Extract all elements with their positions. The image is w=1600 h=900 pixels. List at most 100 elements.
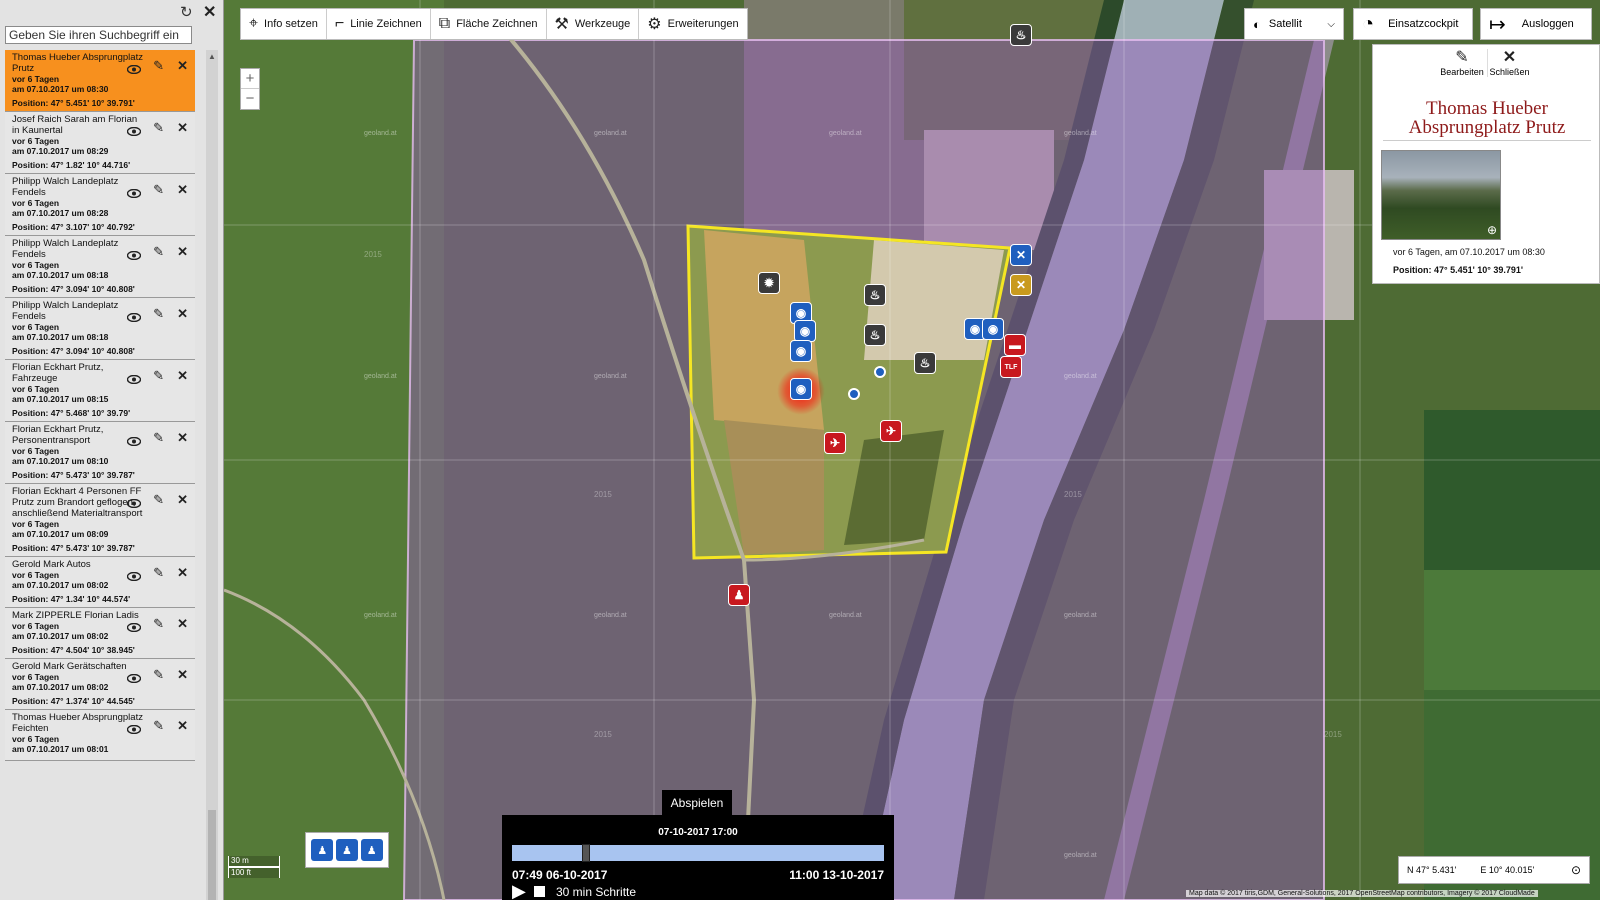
camera-marker[interactable]: ◉ bbox=[982, 318, 1004, 340]
list-item[interactable]: Philipp Walch Landeplatz Fendels vor 6 Ta… bbox=[5, 236, 195, 298]
eye-icon[interactable] bbox=[126, 434, 142, 447]
person-marker[interactable]: ♟ bbox=[728, 584, 750, 606]
zoom-out-button[interactable]: − bbox=[241, 89, 259, 109]
camera-marker[interactable]: ◉ bbox=[790, 340, 812, 362]
list-item[interactable]: Philipp Walch Landeplatz Fendels vor 6 Ta… bbox=[5, 298, 195, 360]
playback-slider[interactable] bbox=[512, 845, 884, 861]
eye-icon[interactable] bbox=[126, 372, 142, 385]
close-panel-button[interactable]: ✕ Schließen bbox=[1487, 49, 1531, 77]
list-item[interactable]: Thomas Hueber Absprungplatz Prutz vor 6 T… bbox=[5, 50, 195, 112]
scrollbar[interactable]: ▲ bbox=[206, 50, 218, 900]
eye-icon[interactable] bbox=[126, 310, 142, 323]
vehicle-marker[interactable]: ▬ bbox=[1004, 334, 1026, 356]
eye-icon[interactable] bbox=[126, 620, 142, 633]
delete-icon[interactable]: ✕ bbox=[177, 430, 188, 446]
delete-icon[interactable]: ✕ bbox=[177, 244, 188, 260]
delete-icon[interactable]: ✕ bbox=[177, 565, 188, 581]
eye-icon[interactable] bbox=[126, 671, 142, 684]
eye-icon[interactable] bbox=[126, 124, 142, 137]
logout-button[interactable]: ↦ Ausloggen bbox=[1480, 8, 1592, 40]
list-item[interactable]: Mark ZIPPERLE Florian Ladis vor 6 Tagen am… bbox=[5, 608, 195, 659]
info-panel: ✎ Bearbeiten ✕ Schließen Thomas Hueber A… bbox=[1372, 44, 1600, 284]
list-item[interactable]: Florian Eckhart Prutz, Fahrzeuge vor 6 Ta… bbox=[5, 360, 195, 422]
collapse-marker[interactable]: ✕ bbox=[1010, 244, 1032, 266]
pencil-icon[interactable]: ✎ bbox=[153, 182, 164, 198]
delete-icon[interactable]: ✕ bbox=[177, 368, 188, 384]
list-item[interactable]: Gerold Mark Gerätschaften vor 6 Tagen am 0… bbox=[5, 659, 195, 710]
pencil-icon[interactable]: ✎ bbox=[153, 306, 164, 322]
pencil-icon[interactable]: ✎ bbox=[153, 667, 164, 683]
eye-icon[interactable] bbox=[126, 722, 142, 735]
close-icon[interactable]: ✕ bbox=[203, 2, 216, 22]
pencil-icon[interactable]: ✎ bbox=[153, 368, 164, 384]
play-icon[interactable]: ▶ bbox=[512, 882, 526, 900]
eye-icon[interactable] bbox=[126, 496, 142, 509]
zoom-in-button[interactable]: + bbox=[241, 69, 259, 89]
layer-select[interactable]: ◐ Satellit ⌵ bbox=[1244, 8, 1344, 40]
pencil-icon[interactable]: ✎ bbox=[153, 616, 164, 632]
fire-marker[interactable]: ♨ bbox=[914, 352, 936, 374]
pencil-icon[interactable]: ✎ bbox=[153, 120, 164, 136]
edit-button[interactable]: ✎ Bearbeiten bbox=[1439, 49, 1485, 77]
helicopter-marker[interactable]: ✈ bbox=[880, 420, 902, 442]
pencil-icon[interactable]: ✎ bbox=[153, 244, 164, 260]
fire-marker[interactable]: ♨ bbox=[1010, 24, 1032, 46]
zoom-in-icon[interactable]: ⊕ bbox=[1487, 223, 1497, 237]
unit-icon[interactable]: ♟ bbox=[335, 839, 358, 861]
pencil-icon[interactable]: ✎ bbox=[153, 565, 164, 581]
list-item[interactable]: Josef Raich Sarah am Florian in Kaunerta… bbox=[5, 112, 195, 174]
playback-slider-thumb[interactable] bbox=[582, 844, 591, 862]
position-dot[interactable] bbox=[848, 388, 860, 400]
position-dot[interactable] bbox=[874, 366, 886, 378]
entry-position: Position: 47° 5.473' 10° 39.787' bbox=[12, 543, 135, 553]
cockpit-button[interactable]: ◔ Einsatzcockpit bbox=[1353, 8, 1473, 40]
scrollbar-thumb[interactable] bbox=[208, 810, 216, 900]
delete-icon[interactable]: ✕ bbox=[177, 58, 188, 74]
list-item[interactable]: Gerold Mark Autos vor 6 Tagen am 07.10.201… bbox=[5, 557, 195, 608]
camera-marker[interactable]: ◉ bbox=[794, 320, 816, 342]
eye-icon[interactable] bbox=[126, 569, 142, 582]
refresh-icon[interactable]: ↻ bbox=[180, 3, 193, 21]
draw-line-button[interactable]: ⌐ Linie Zeichnen bbox=[327, 9, 431, 39]
delete-icon[interactable]: ✕ bbox=[177, 492, 188, 508]
info-button[interactable]: ⌖ Info setzen bbox=[241, 9, 327, 39]
delete-icon[interactable]: ✕ bbox=[177, 616, 188, 632]
entry-title: Philipp Walch Landeplatz Fendels bbox=[12, 300, 119, 322]
delete-icon[interactable]: ✕ bbox=[177, 306, 188, 322]
list-item[interactable]: Florian Eckhart 4 Personen FF Prutz zum … bbox=[5, 484, 195, 557]
pencil-icon[interactable]: ✎ bbox=[153, 718, 164, 734]
fire-marker[interactable]: ♨ bbox=[864, 284, 886, 306]
search-input[interactable] bbox=[5, 26, 192, 44]
playback-tab[interactable]: Abspielen bbox=[662, 790, 732, 816]
explosion-marker[interactable]: ✹ bbox=[758, 272, 780, 294]
pencil-icon[interactable]: ✎ bbox=[153, 430, 164, 446]
tlf-label: TLF bbox=[1004, 363, 1018, 371]
fire-marker[interactable]: ♨ bbox=[864, 324, 886, 346]
draw-area-button[interactable]: ⧉ Fläche Zeichnen bbox=[431, 9, 547, 39]
eye-icon[interactable] bbox=[126, 186, 142, 199]
delete-icon[interactable]: ✕ bbox=[177, 667, 188, 683]
tlf-marker[interactable]: TLF bbox=[1000, 356, 1022, 378]
stop-icon[interactable] bbox=[534, 886, 545, 897]
delete-icon[interactable]: ✕ bbox=[177, 120, 188, 136]
tools-button[interactable]: ⚒ Werkzeuge bbox=[547, 9, 640, 39]
scroll-up-icon[interactable]: ▲ bbox=[208, 52, 216, 61]
pencil-icon[interactable]: ✎ bbox=[153, 492, 164, 508]
watermark: geoland.at bbox=[594, 373, 627, 380]
list-item[interactable]: Florian Eckhart Prutz, Personentransport… bbox=[5, 422, 195, 484]
unit-icon[interactable]: ♟ bbox=[360, 839, 383, 861]
location-photo[interactable]: ⊕ bbox=[1381, 150, 1501, 240]
extensions-button[interactable]: ⚙ Erweiterungen bbox=[639, 9, 746, 39]
unit-icon[interactable]: ♟ bbox=[311, 839, 334, 861]
pencil-icon[interactable]: ✎ bbox=[153, 58, 164, 74]
eye-icon[interactable] bbox=[126, 62, 142, 75]
list-item[interactable]: Thomas Hueber Absprungplatz Feichten vor … bbox=[5, 710, 195, 761]
helicopter-marker[interactable]: ✈ bbox=[824, 432, 846, 454]
delete-icon[interactable]: ✕ bbox=[177, 182, 188, 198]
list-item[interactable]: Philipp Walch Landeplatz Fendels vor 6 Ta… bbox=[5, 174, 195, 236]
delete-icon[interactable]: ✕ bbox=[177, 718, 188, 734]
selected-camera-marker[interactable]: ◉ bbox=[790, 378, 812, 400]
locate-icon[interactable]: ⊙ bbox=[1571, 863, 1581, 877]
eye-icon[interactable] bbox=[126, 248, 142, 261]
tools-marker[interactable]: ✕ bbox=[1010, 274, 1032, 296]
